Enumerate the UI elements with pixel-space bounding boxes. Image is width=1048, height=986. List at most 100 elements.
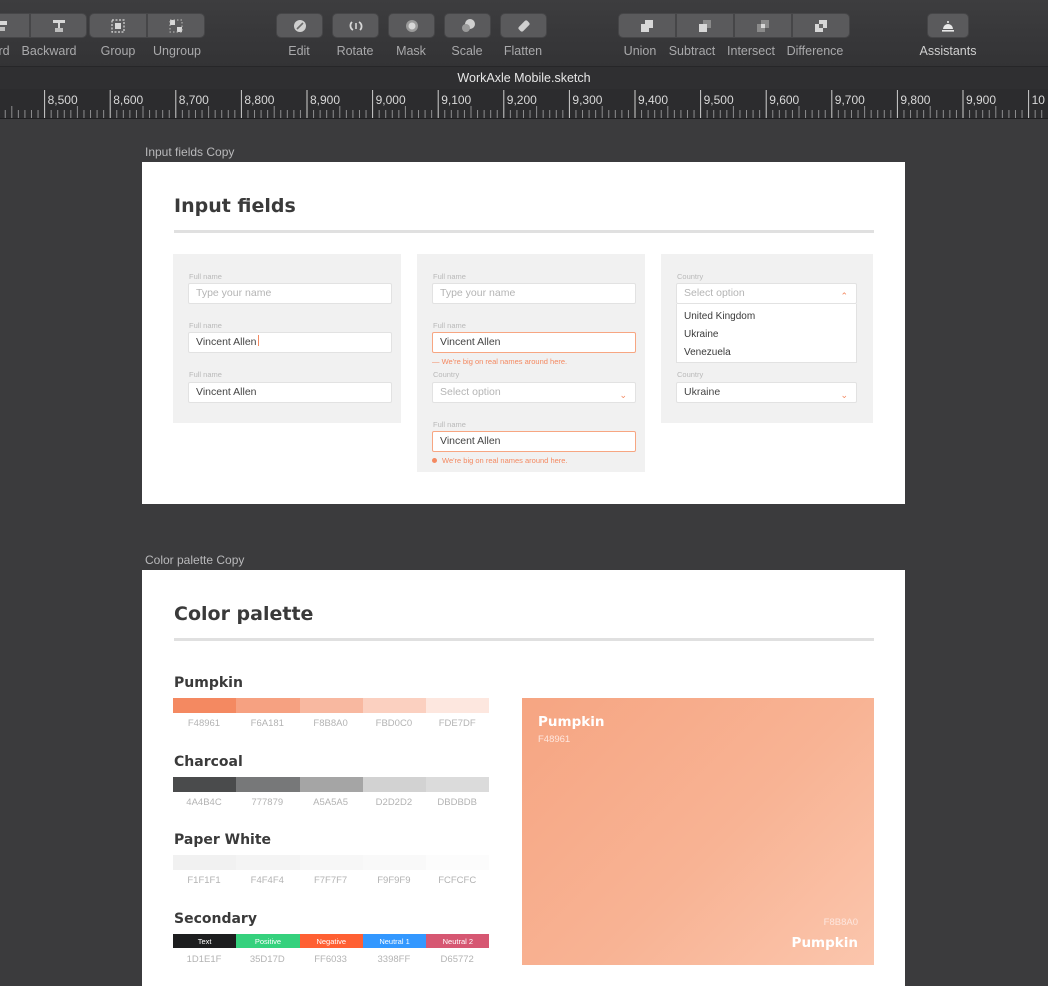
ungroup-button[interactable] xyxy=(147,13,205,38)
feature-top-name: Pumpkin xyxy=(538,714,605,730)
feature-top-code: F48961 xyxy=(538,734,571,745)
color-swatch[interactable]: Neutral 1 xyxy=(362,934,427,948)
ruler-label: 9,700 xyxy=(834,93,865,107)
flatten-label: Flatten xyxy=(503,44,543,58)
select-value: Ukraine xyxy=(684,386,721,398)
flatten-button[interactable] xyxy=(500,13,547,38)
color-swatch[interactable] xyxy=(362,777,427,792)
country-select[interactable]: Select option ⌄ xyxy=(432,382,636,403)
boolean-button-group xyxy=(618,13,850,38)
full-name-input-empty[interactable]: Type your name xyxy=(188,283,392,304)
full-name-input-focused[interactable]: Vincent Allen xyxy=(188,332,392,353)
group-button[interactable] xyxy=(89,13,147,38)
ruler-label: 9,500 xyxy=(703,93,734,107)
intersect-icon xyxy=(757,19,769,32)
dropdown-option-ukraine[interactable]: Ukraine xyxy=(677,326,856,344)
ruler-label: 9,100 xyxy=(441,93,472,107)
heading-divider xyxy=(174,638,874,641)
swatch-hex-code: FDE7DF xyxy=(438,718,476,729)
swatch-hex-code: 3398FF xyxy=(377,954,411,965)
color-swatch[interactable] xyxy=(426,777,490,792)
color-swatch[interactable] xyxy=(299,698,363,713)
difference-label: Difference xyxy=(786,44,844,58)
edit-button-wrap xyxy=(276,13,323,38)
feature-swatch-pumpkin: Pumpkin F48961 F8B8A0 Pumpkin xyxy=(522,698,874,965)
color-swatch[interactable] xyxy=(362,855,427,870)
swatch-label: Negative xyxy=(316,937,347,946)
horizontal-ruler[interactable]: 008,5008,6008,7008,8008,9009,0009,1009,2… xyxy=(0,89,1048,119)
subtract-button[interactable] xyxy=(676,13,734,38)
artboard-title-color-palette[interactable]: Color palette Copy xyxy=(145,553,244,567)
rotate-button[interactable] xyxy=(332,13,379,38)
color-swatch[interactable] xyxy=(299,777,363,792)
ruler-label: 8,600 xyxy=(113,93,144,107)
difference-button[interactable] xyxy=(792,13,850,38)
intersect-button[interactable] xyxy=(734,13,792,38)
color-palette-artboard[interactable]: Color palette Pumpkin F48961 F6A181 F8B8A0 F… xyxy=(142,570,905,986)
assistants-button-wrap xyxy=(927,13,969,38)
dropdown-option-venezuela[interactable]: Venezuela xyxy=(677,344,856,362)
color-swatch[interactable] xyxy=(236,855,300,870)
ruler-label: 10 xyxy=(1031,93,1045,107)
full-name-input-filled[interactable]: Vincent Allen xyxy=(188,382,392,403)
scale-button[interactable] xyxy=(444,13,491,38)
full-name-input-empty[interactable]: Type your name xyxy=(432,283,636,304)
color-swatch[interactable]: Negative xyxy=(299,934,363,948)
union-button[interactable] xyxy=(618,13,676,38)
color-swatch[interactable] xyxy=(299,855,363,870)
swatch-hex-code: F1F1F1 xyxy=(187,875,221,886)
ruler-label: 9,000 xyxy=(375,93,406,107)
subtract-label: Subtract xyxy=(668,44,716,58)
palette-group-name: Pumpkin xyxy=(174,675,243,691)
field-label: Full name xyxy=(189,321,222,330)
error-text: We're big on real names around here. xyxy=(442,456,568,465)
feature-bottom-name: Pumpkin xyxy=(791,935,858,951)
color-swatch[interactable] xyxy=(173,698,237,713)
dropdown-option-united-kingdom[interactable]: United Kingdom xyxy=(677,308,856,326)
color-swatch[interactable] xyxy=(426,698,490,713)
assistants-button[interactable] xyxy=(927,13,969,38)
subtract-icon xyxy=(699,19,711,32)
swatch-hex-code: FCFCFC xyxy=(438,875,477,886)
input-fields-artboard[interactable]: Input fields Full name Type your name Fu… xyxy=(142,162,905,504)
rotate-label: Rotate xyxy=(336,44,374,58)
ruler-label: 8,900 xyxy=(310,93,341,107)
mask-button[interactable] xyxy=(388,13,435,38)
color-swatch[interactable] xyxy=(426,855,490,870)
swatch-hex-code: 4A4B4C xyxy=(186,797,222,808)
mask-button-wrap xyxy=(388,13,435,38)
country-select-open[interactable]: Select option ⌃ xyxy=(676,283,857,304)
swatch-label: Positive xyxy=(254,937,282,946)
ruler-label: 8,700 xyxy=(178,93,209,107)
error-dot-icon xyxy=(432,458,437,463)
color-swatch[interactable] xyxy=(362,698,427,713)
chevron-down-icon: ⌄ xyxy=(619,390,627,400)
backward-label: Backward xyxy=(21,44,77,58)
edit-button[interactable] xyxy=(276,13,323,38)
color-swatch[interactable]: Neutral 2 xyxy=(426,934,490,948)
swatch-hex-code: F8B8A0 xyxy=(313,718,348,729)
scale-icon xyxy=(461,18,475,32)
full-name-input-error[interactable]: Vincent Allen xyxy=(432,332,636,353)
heading-divider xyxy=(174,230,874,233)
forward-label: rd xyxy=(0,44,10,58)
color-swatch[interactable]: Text xyxy=(173,934,237,948)
color-swatch[interactable] xyxy=(236,698,300,713)
palette-group-name: Charcoal xyxy=(174,754,243,770)
full-name-input-error[interactable]: Vincent Allen xyxy=(432,431,636,452)
artboard-title-input-fields[interactable]: Input fields Copy xyxy=(145,145,234,159)
backward-button[interactable] xyxy=(30,13,87,38)
ruler-label: 9,300 xyxy=(572,93,603,107)
input-panel-states: Full name Type your name Full name Vince… xyxy=(173,254,401,423)
country-select-filled[interactable]: Ukraine ⌄ xyxy=(676,382,857,403)
color-swatch[interactable]: Positive xyxy=(236,934,300,948)
swatch-hex-code: FF6033 xyxy=(314,954,347,965)
field-label: Full name xyxy=(189,370,222,379)
swatch-hex-code: F4F4F4 xyxy=(250,875,284,886)
color-palette-heading: Color palette xyxy=(174,603,314,625)
forward-button[interactable] xyxy=(0,13,30,38)
color-swatch[interactable] xyxy=(173,855,237,870)
color-swatch[interactable] xyxy=(173,777,237,792)
color-swatch[interactable] xyxy=(236,777,300,792)
group-icon xyxy=(111,18,125,33)
